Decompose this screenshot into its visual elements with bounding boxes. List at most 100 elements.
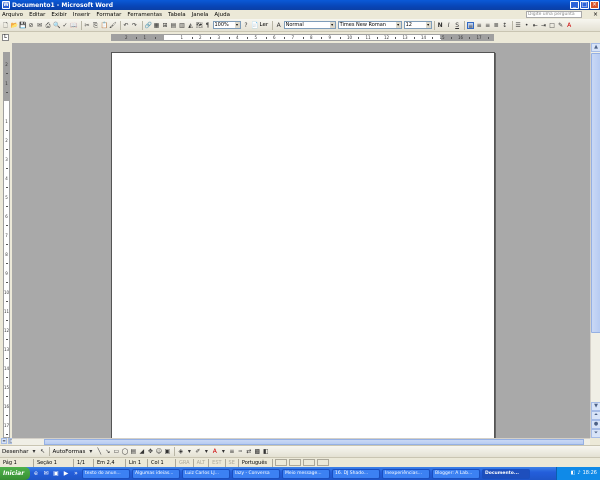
font-select[interactable]: Times New Roman ▾ [337, 21, 402, 29]
underline-button[interactable]: S [454, 22, 461, 29]
3d-icon[interactable]: ◧ [262, 448, 269, 455]
open-folder-icon[interactable]: 📂 [11, 22, 18, 29]
normal-view-button[interactable]: ≡ [1, 438, 7, 444]
clock[interactable]: 18:26 [583, 467, 597, 480]
shadow-icon[interactable]: ▩ [254, 448, 261, 455]
browse-object-button[interactable]: ● [591, 420, 600, 429]
numbering-icon[interactable]: ☰ [515, 22, 522, 29]
save-icon[interactable]: 💾 [19, 22, 26, 29]
font-color-icon[interactable]: A [566, 22, 573, 29]
columns-icon[interactable]: ▥ [179, 22, 186, 29]
email-icon[interactable]: ✉ [36, 22, 43, 29]
status-rec[interactable]: GRA [176, 458, 194, 467]
line-color-icon[interactable]: ✐ [194, 448, 201, 455]
border-icon[interactable]: □ [549, 22, 556, 29]
arrow-style-icon[interactable]: ⇄ [245, 448, 252, 455]
next-page-button[interactable]: ⏷ [591, 429, 600, 438]
outlook-icon[interactable]: ✉ [42, 470, 50, 478]
increase-indent-icon[interactable]: ⇥ [540, 22, 547, 29]
insert-table-icon[interactable]: ⊞ [162, 22, 169, 29]
task-button[interactable]: Meio message... [282, 468, 330, 479]
font-color-icon[interactable]: A [211, 448, 218, 455]
menu-ajuda[interactable]: Ajuda [211, 12, 233, 18]
menu-inserir[interactable]: Inserir [70, 12, 93, 18]
horizontal-ruler[interactable]: 2 1 1 2 3 4 5 6 7 8 9 10 11 12 13 14 15 16 17 [111, 34, 494, 41]
task-button[interactable]: Algumas ideias... [132, 468, 180, 479]
italic-button[interactable]: I [445, 22, 452, 29]
copy-icon[interactable]: ⎘ [92, 22, 99, 29]
task-button[interactable]: texto do anun... [82, 468, 130, 479]
paste-icon[interactable]: 📋 [101, 22, 108, 29]
menu-formatar[interactable]: Formatar [93, 12, 124, 18]
bold-button[interactable]: N [437, 22, 444, 29]
document-close-icon[interactable]: × [593, 11, 598, 18]
close-button[interactable]: × [590, 1, 599, 9]
permission-icon[interactable]: ⊘ [28, 22, 35, 29]
menu-exibir[interactable]: Exibir [48, 12, 70, 18]
document-map-icon[interactable]: 🗺 [196, 22, 204, 29]
picture-icon[interactable]: ▣ [164, 448, 171, 455]
task-button[interactable]: Inexperiências... [382, 468, 430, 479]
menu-editar[interactable]: Editar [26, 12, 48, 18]
horizontal-scrollbar[interactable] [12, 438, 590, 445]
research-icon[interactable]: 📖 [70, 22, 77, 29]
select-objects-icon[interactable]: ↖ [39, 448, 46, 455]
drawing-icon[interactable]: ◭ [187, 22, 194, 29]
menu-arquivo[interactable]: Arquivo [0, 12, 26, 18]
media-icon[interactable]: ▶ [62, 470, 70, 478]
font-size-select[interactable]: 12 ▾ [403, 21, 432, 29]
task-button[interactable]: Blogger: A Lab... [432, 468, 480, 479]
styles-formatting-icon[interactable]: A [275, 22, 282, 29]
maximize-button[interactable]: □ [580, 1, 589, 9]
start-button[interactable]: Iniciar [0, 467, 30, 480]
style-select[interactable]: Normal ▾ [283, 21, 336, 29]
vertical-scrollbar[interactable]: ▲ ▼ ⏶ ● ⏷ [590, 43, 600, 438]
status-ext[interactable]: EST [209, 458, 226, 467]
vertical-ruler[interactable]: 2 1 1 2 3 4 5 6 7 8 9 10 11 12 13 14 15 16 17 [3, 52, 10, 438]
undo-icon[interactable]: ↶ [123, 22, 130, 29]
status-ovr[interactable]: SE [226, 458, 239, 467]
redo-icon[interactable]: ↷ [131, 22, 138, 29]
insert-excel-icon[interactable]: ▤ [170, 22, 177, 29]
arrow-icon[interactable]: ↘ [104, 448, 111, 455]
status-trk[interactable]: ALT [194, 458, 210, 467]
spelling-icon[interactable]: ✓ [62, 22, 69, 29]
read-button[interactable]: Ler [260, 22, 269, 28]
volume-icon[interactable]: ♪ [577, 467, 580, 480]
scroll-up-button[interactable]: ▲ [591, 43, 600, 52]
cut-icon[interactable]: ✂ [84, 22, 91, 29]
word-icon[interactable]: W [2, 1, 10, 9]
highlight-icon[interactable]: ✎ [557, 22, 564, 29]
desktop-icon[interactable]: ▣ [52, 470, 60, 478]
align-right-icon[interactable]: ≡ [484, 22, 491, 29]
menu-ferramentas[interactable]: Ferramentas [124, 12, 165, 18]
decrease-indent-icon[interactable]: ⇤ [532, 22, 539, 29]
show-hide-icon[interactable]: ¶ [204, 22, 211, 29]
clip-art-icon[interactable]: ☺ [155, 448, 162, 455]
scroll-down-button[interactable]: ▼ [591, 402, 600, 411]
autoshapes-button[interactable]: AutoFormas [52, 449, 85, 455]
help-question-input[interactable]: Digite uma pergunta [526, 11, 582, 18]
tab-selector[interactable]: L [2, 34, 9, 41]
line-style-icon[interactable]: ≡ [228, 448, 235, 455]
print-icon[interactable]: ⎙ [45, 22, 52, 29]
document-page[interactable] [111, 52, 495, 438]
line-spacing-icon[interactable]: ↕ [501, 22, 508, 29]
help-icon[interactable]: ? [243, 22, 250, 29]
read-icon[interactable]: 📄 [251, 22, 258, 29]
hyperlink-icon[interactable]: 🔗 [145, 22, 152, 29]
tables-borders-icon[interactable]: ▦ [153, 22, 160, 29]
draw-menu-button[interactable]: Desenhar [2, 449, 28, 455]
zoom-select[interactable]: 100% ▾ [212, 21, 241, 29]
menu-tabela[interactable]: Tabela [165, 12, 189, 18]
vertical-scroll-thumb[interactable] [591, 53, 600, 333]
dash-style-icon[interactable]: ┅ [237, 448, 244, 455]
bullets-icon[interactable]: • [523, 22, 530, 29]
menu-janela[interactable]: Janela [189, 12, 212, 18]
fill-color-icon[interactable]: ◈ [177, 448, 184, 455]
format-painter-icon[interactable]: 🖌 [109, 22, 117, 29]
task-button[interactable]: Luiz Carlos LJ... [182, 468, 230, 479]
oval-icon[interactable]: ◯ [121, 448, 129, 455]
text-box-icon[interactable]: ▤ [130, 448, 137, 455]
ie-icon[interactable]: e [32, 470, 40, 478]
